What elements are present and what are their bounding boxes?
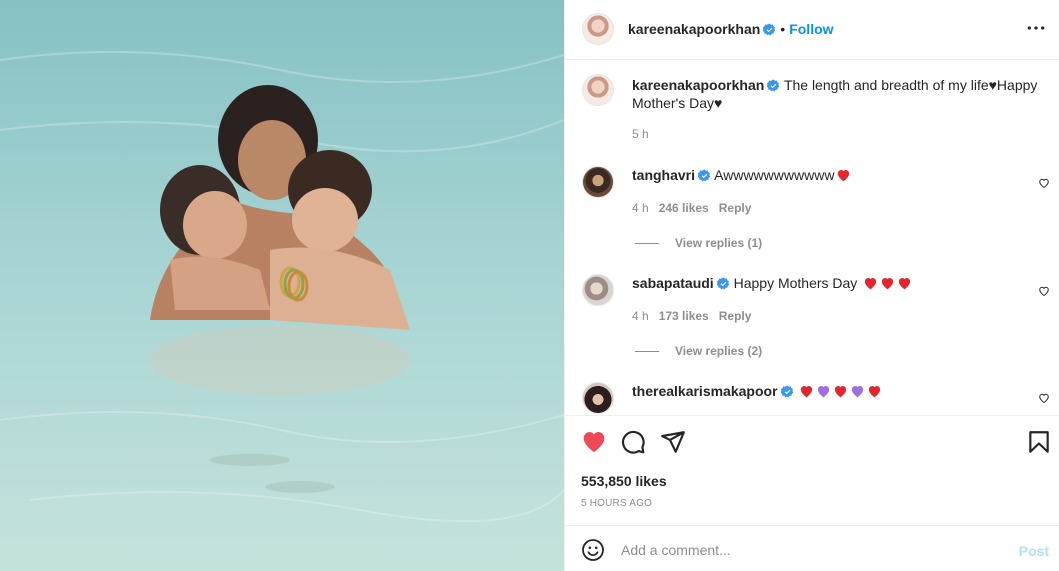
comment-text: Awwwwwwwwwww [714, 167, 835, 183]
red-heart-icon [899, 278, 911, 290]
post-panel: kareenakapoorkhan • Follow kareenakapoorkh… [564, 0, 1059, 571]
verified-badge-icon [716, 277, 729, 290]
replies-divider [635, 243, 659, 245]
reply-button[interactable]: Reply [719, 201, 752, 215]
comment-like-icon[interactable] [1038, 177, 1050, 189]
comment-username[interactable]: tanghavri [632, 167, 695, 183]
comment-like-icon[interactable] [1038, 392, 1050, 404]
post-header: kareenakapoorkhan • Follow [565, 0, 1059, 60]
caption-time: 5 h [632, 127, 649, 141]
comment-meta: 4 h 173 likes Reply [632, 309, 751, 323]
comment-meta: 4 h 246 likes Reply [632, 201, 751, 215]
comment-icon[interactable] [620, 429, 646, 455]
comment-likes[interactable]: 246 likes [659, 201, 709, 215]
view-replies-label: View replies (1) [675, 236, 763, 250]
comment-likes[interactable]: 173 likes [659, 309, 709, 323]
author-avatar[interactable] [582, 13, 614, 45]
verified-badge-icon [767, 79, 780, 92]
caption-avatar[interactable] [582, 74, 614, 106]
comment-text: Happy Mothers Day [733, 275, 858, 291]
view-replies-button[interactable]: View replies (2) [635, 344, 762, 358]
view-replies-label: View replies (2) [675, 344, 763, 358]
red-heart-icon [801, 386, 813, 398]
more-options-icon[interactable] [1026, 18, 1046, 38]
red-heart-icon [865, 278, 877, 290]
post-comment-button[interactable]: Post [1019, 543, 1049, 559]
comment-avatar[interactable] [582, 274, 614, 306]
caption-username[interactable]: kareenakapoorkhan [632, 77, 764, 93]
view-replies-button[interactable]: View replies (1) [635, 236, 762, 250]
comment-time: 4 h [632, 309, 649, 323]
action-bar: 553,850 likes 5 HOURS AGO [565, 415, 1059, 525]
comment-username[interactable]: therealkarismakapoor [632, 383, 778, 399]
comment-avatar[interactable] [582, 166, 614, 198]
bookmark-icon[interactable] [1026, 429, 1052, 455]
red-heart-icon [882, 278, 894, 290]
comment-username[interactable]: sabapataudi [632, 275, 714, 291]
reply-button[interactable]: Reply [719, 309, 752, 323]
red-heart-icon [838, 170, 850, 182]
separator-dot: • [780, 21, 786, 37]
red-heart-icon [835, 386, 847, 398]
follow-button[interactable]: Follow [789, 21, 833, 37]
paper-plane-icon[interactable] [660, 429, 686, 455]
add-comment-bar: Post [565, 525, 1059, 571]
comment-avatar[interactable] [582, 382, 614, 414]
photo-illustration [0, 0, 564, 571]
verified-badge-icon [763, 23, 776, 36]
comment-body: therealkarismakapoor [632, 382, 1012, 400]
author-username[interactable]: kareenakapoorkhan [628, 21, 760, 37]
likes-count[interactable]: 553,850 likes [581, 473, 667, 489]
purple-heart-icon [852, 386, 864, 398]
caption: kareenakapoorkhan The length and breadth… [632, 76, 1042, 112]
red-heart-icon [869, 386, 881, 398]
verified-badge-icon [698, 169, 711, 182]
comments-list[interactable]: kareenakapoorkhan The length and breadth… [565, 61, 1059, 415]
comment-body: sabapataudi Happy Mothers Day [632, 274, 1012, 292]
post-timestamp[interactable]: 5 HOURS AGO [581, 498, 652, 509]
replies-divider [635, 351, 659, 353]
verified-badge-icon [780, 385, 793, 398]
comment-time: 4 h [632, 201, 649, 215]
smiley-icon[interactable] [581, 538, 605, 562]
post-photo[interactable] [0, 0, 564, 571]
comment-input[interactable] [621, 539, 981, 561]
purple-heart-icon [818, 386, 830, 398]
comment-like-icon[interactable] [1038, 285, 1050, 297]
heart-filled-icon[interactable] [581, 429, 607, 455]
comment-body: tanghavri Awwwwwwwwwww [632, 166, 1012, 184]
